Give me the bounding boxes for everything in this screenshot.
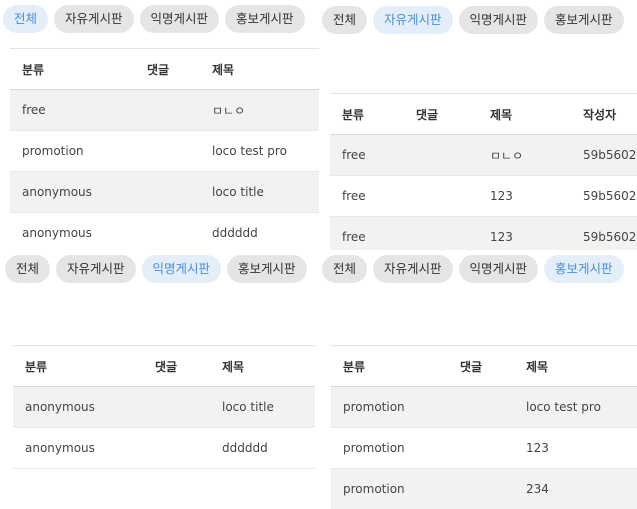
panel-promotion-board: 전체 자유게시판 익명게시판 홍보게시판 분류 댓글 제목 promotion … bbox=[322, 250, 637, 509]
header-category: 분류 bbox=[342, 107, 365, 122]
board-tabs: 전체 자유게시판 익명게시판 홍보게시판 bbox=[322, 255, 624, 283]
cell-category: promotion bbox=[343, 482, 405, 496]
tab-promotion-board[interactable]: 홍보게시판 bbox=[225, 5, 305, 33]
board-tabs: 전체 자유게시판 익명게시판 홍보게시판 bbox=[322, 6, 624, 34]
cell-title[interactable]: 234 bbox=[514, 469, 637, 509]
table-header-row: 분류 댓글 제목 작성자 bbox=[330, 93, 637, 135]
table-row[interactable]: promotion loco test pro bbox=[10, 131, 319, 172]
post-table: 분류 댓글 제목 anonymous loco title anonymous … bbox=[13, 345, 315, 469]
cell-comments bbox=[135, 172, 200, 213]
table-header-row: 분류 댓글 제목 bbox=[10, 48, 319, 90]
header-comments: 댓글 bbox=[416, 107, 439, 122]
cell-category: anonymous bbox=[22, 185, 92, 199]
header-comments: 댓글 bbox=[460, 359, 483, 374]
table-row[interactable]: free 123 59b560256 bbox=[330, 176, 637, 217]
table-row[interactable]: free ㅁㄴㅇ bbox=[10, 89, 319, 131]
tab-anonymous-board[interactable]: 익명게시판 bbox=[458, 255, 539, 283]
cell-title[interactable]: loco title bbox=[210, 387, 315, 428]
cell-category: free bbox=[342, 230, 366, 244]
tab-free-board[interactable]: 자유게시판 bbox=[56, 255, 136, 283]
cell-title[interactable]: loco test pro bbox=[200, 131, 319, 172]
cell-title[interactable]: 123 bbox=[478, 176, 571, 217]
table-row[interactable]: free ㅁㄴㅇ 59b560256 bbox=[330, 134, 637, 176]
cell-comments bbox=[143, 387, 210, 428]
cell-title[interactable]: dddddd bbox=[210, 428, 315, 469]
tab-anonymous-board[interactable]: 익명게시판 bbox=[141, 255, 222, 283]
header-category: 분류 bbox=[343, 359, 366, 374]
tab-promotion-board[interactable]: 홍보게시판 bbox=[544, 6, 624, 34]
tab-all[interactable]: 전체 bbox=[3, 5, 49, 33]
tab-anonymous-board[interactable]: 익명게시판 bbox=[458, 6, 539, 34]
cell-title[interactable]: 123 bbox=[514, 428, 637, 469]
cell-comments bbox=[135, 90, 200, 131]
cell-comments bbox=[448, 469, 514, 509]
table-header-row: 분류 댓글 제목 bbox=[13, 345, 315, 387]
cell-title[interactable]: loco title bbox=[200, 172, 319, 213]
header-category: 분류 bbox=[22, 62, 45, 77]
cell-category: promotion bbox=[343, 400, 405, 414]
cell-category: free bbox=[342, 148, 366, 162]
header-title: 제목 bbox=[490, 107, 513, 122]
cell-category: promotion bbox=[22, 144, 84, 158]
tab-promotion-board[interactable]: 홍보게시판 bbox=[544, 255, 624, 283]
tab-promotion-board[interactable]: 홍보게시판 bbox=[227, 255, 307, 283]
table-row[interactable]: free 123 59b560256 bbox=[330, 216, 637, 251]
cell-comments bbox=[135, 131, 200, 172]
cell-title[interactable]: 123 bbox=[478, 217, 571, 251]
cell-comments bbox=[404, 176, 478, 217]
header-title: 제목 bbox=[212, 62, 235, 77]
cell-category: free bbox=[342, 189, 366, 203]
header-title: 제목 bbox=[222, 359, 245, 374]
post-table: 분류 댓글 제목 free ㅁㄴㅇ promotion loco test pr… bbox=[10, 48, 319, 250]
header-title: 제목 bbox=[526, 359, 549, 374]
cell-comments bbox=[135, 213, 200, 251]
table-row[interactable]: promotion loco test pro bbox=[331, 386, 637, 428]
cell-comments bbox=[143, 428, 210, 469]
board-tabs: 전체 자유게시판 익명게시판 홍보게시판 bbox=[5, 255, 307, 283]
table-header-row: 분류 댓글 제목 bbox=[331, 345, 637, 387]
table-row[interactable]: anonymous loco title bbox=[10, 171, 319, 213]
header-category: 분류 bbox=[25, 359, 48, 374]
cell-category: promotion bbox=[343, 441, 405, 455]
table-row[interactable]: anonymous loco title bbox=[13, 386, 315, 428]
cell-title[interactable]: dddddd bbox=[200, 213, 319, 251]
cell-category: anonymous bbox=[22, 226, 92, 240]
tab-free-board[interactable]: 자유게시판 bbox=[54, 5, 134, 33]
tab-free-board[interactable]: 자유게시판 bbox=[373, 6, 453, 34]
cell-author: 59b560256 bbox=[583, 230, 637, 244]
cell-title[interactable]: ㅁㄴㅇ bbox=[200, 90, 319, 131]
tab-anonymous-board[interactable]: 익명게시판 bbox=[139, 5, 220, 33]
post-table: 분류 댓글 제목 promotion loco test pro promoti… bbox=[331, 345, 637, 509]
board-tabs: 전체 자유게시판 익명게시판 홍보게시판 bbox=[3, 5, 305, 33]
header-author: 작성자 bbox=[583, 107, 617, 122]
table-row[interactable]: promotion 234 bbox=[331, 468, 637, 509]
table-row[interactable]: promotion 123 bbox=[331, 428, 637, 469]
tab-all[interactable]: 전체 bbox=[322, 255, 368, 283]
cell-comments bbox=[404, 217, 478, 251]
post-table: 분류 댓글 제목 작성자 free ㅁㄴㅇ 59b560256 free 123… bbox=[330, 93, 637, 250]
cell-comments bbox=[448, 387, 514, 428]
panel-all-board: 전체 자유게시판 익명게시판 홍보게시판 분류 댓글 제목 free ㅁㄴㅇ p… bbox=[0, 0, 322, 250]
cell-title[interactable]: loco test pro bbox=[514, 387, 637, 428]
cell-author: 59b560256 bbox=[583, 189, 637, 203]
cell-comments bbox=[404, 135, 478, 176]
tab-all[interactable]: 전체 bbox=[5, 255, 51, 283]
cell-title[interactable]: ㅁㄴㅇ bbox=[478, 135, 571, 176]
cell-author: 59b560256 bbox=[583, 148, 637, 162]
cell-category: free bbox=[22, 103, 46, 117]
tab-free-board[interactable]: 자유게시판 bbox=[373, 255, 453, 283]
table-row[interactable]: anonymous dddddd bbox=[13, 428, 315, 469]
cell-category: anonymous bbox=[25, 400, 95, 414]
cell-comments bbox=[448, 428, 514, 469]
panel-free-board: 전체 자유게시판 익명게시판 홍보게시판 분류 댓글 제목 작성자 free ㅁ… bbox=[322, 0, 637, 250]
table-row[interactable]: anonymous dddddd bbox=[10, 213, 319, 251]
panel-anonymous-board: 전체 자유게시판 익명게시판 홍보게시판 분류 댓글 제목 anonymous … bbox=[0, 250, 322, 509]
header-comments: 댓글 bbox=[147, 62, 170, 77]
header-comments: 댓글 bbox=[155, 359, 178, 374]
cell-category: anonymous bbox=[25, 441, 95, 455]
tab-all[interactable]: 전체 bbox=[322, 6, 368, 34]
